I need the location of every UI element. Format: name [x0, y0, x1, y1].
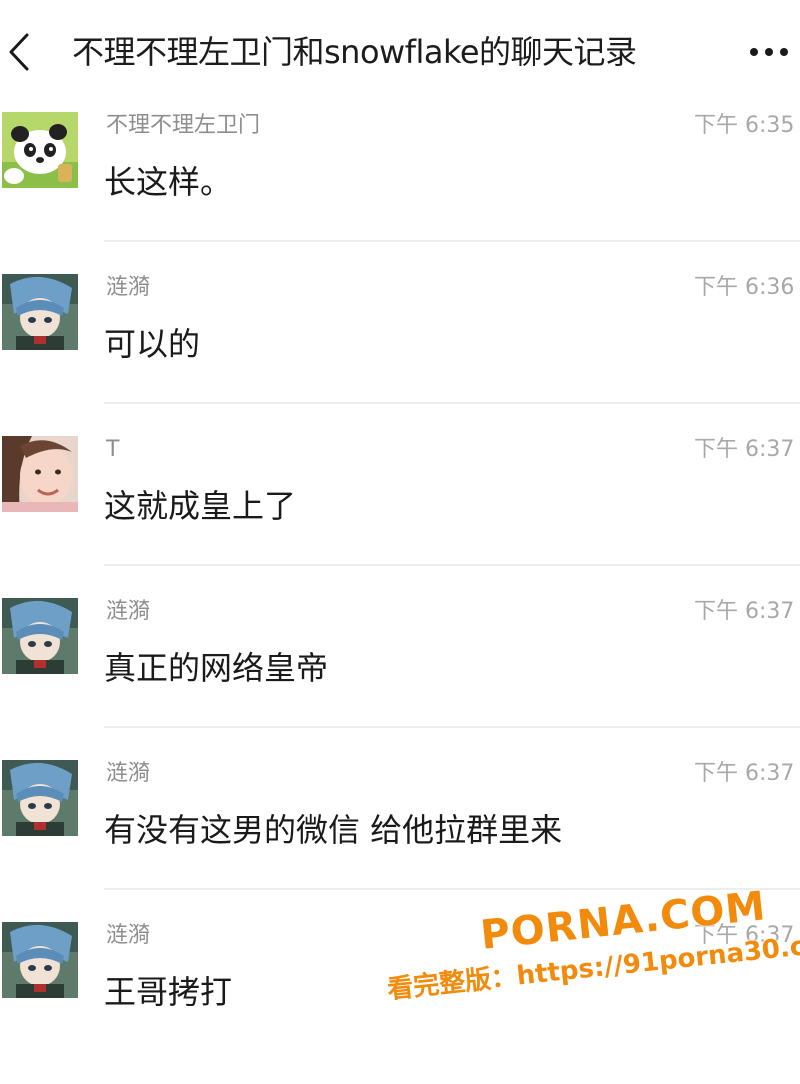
page-title: 不理不理左卫门和snowflake的聊天记录 — [72, 33, 637, 71]
message-item: 涟漪 下午 6:36 可以的 — [0, 274, 800, 436]
panda-avatar[interactable] — [2, 112, 78, 188]
sender-name: T — [106, 437, 120, 462]
divider — [104, 240, 800, 242]
message-time: 下午 6:37 — [694, 599, 795, 624]
message-text: 长这样。 — [104, 163, 233, 201]
girl-photo-avatar[interactable] — [2, 436, 78, 512]
chevron-left-icon — [9, 33, 29, 71]
message-item: 涟漪 下午 6:37 真正的网络皇帝 — [0, 598, 800, 760]
message-time: 下午 6:36 — [694, 275, 795, 300]
sender-name: 涟漪 — [106, 599, 151, 624]
message-text: 有没有这男的微信 给他拉群里来 — [104, 811, 563, 849]
more-button[interactable] — [748, 28, 800, 76]
anime-boy-avatar[interactable] — [2, 922, 78, 998]
message-time: 下午 6:35 — [694, 113, 795, 138]
sender-name: 涟漪 — [106, 761, 151, 786]
message-text: 王哥拷打 — [104, 973, 233, 1011]
anime-boy-avatar[interactable] — [2, 598, 78, 674]
divider — [104, 726, 800, 728]
more-horizontal-icon — [750, 48, 788, 56]
message-text: 这就成皇上了 — [104, 487, 297, 525]
anime-boy-avatar[interactable] — [2, 274, 78, 350]
chat-header: 不理不理左卫门和snowflake的聊天记录 — [0, 0, 800, 104]
message-time: 下午 6:37 — [694, 437, 795, 462]
sender-name: 涟漪 — [106, 923, 151, 948]
message-text: 真正的网络皇帝 — [104, 649, 329, 687]
divider — [104, 564, 800, 566]
sender-name: 不理不理左卫门 — [106, 113, 261, 138]
message-text: 可以的 — [104, 325, 201, 363]
message-item: T 下午 6:37 这就成皇上了 — [0, 436, 800, 598]
message-time: 下午 6:37 — [694, 761, 795, 786]
anime-boy-avatar[interactable] — [2, 760, 78, 836]
message-item: 不理不理左卫门 下午 6:35 长这样。 — [0, 112, 800, 274]
divider — [104, 402, 800, 404]
sender-name: 涟漪 — [106, 275, 151, 300]
back-button[interactable] — [0, 22, 40, 82]
